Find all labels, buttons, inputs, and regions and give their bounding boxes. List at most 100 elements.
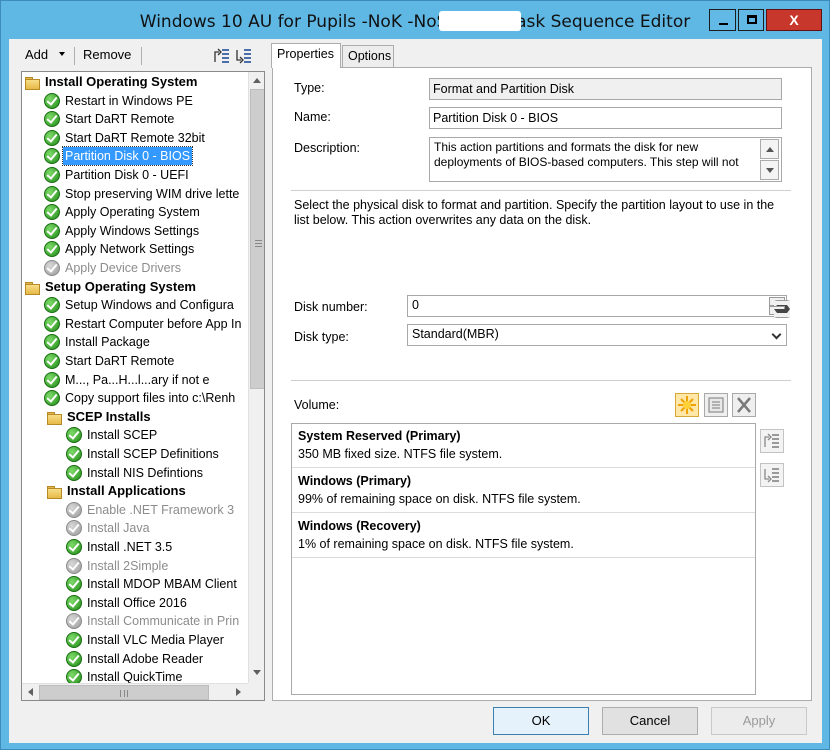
volume-name: Windows (Primary) bbox=[298, 474, 412, 488]
check-icon bbox=[66, 594, 82, 611]
tree-item-label: Setup Operating System bbox=[45, 278, 196, 294]
disabled-check-icon bbox=[66, 501, 82, 518]
redaction bbox=[439, 11, 521, 31]
check-icon bbox=[44, 371, 60, 388]
description-field[interactable]: This action partitions and formats the d… bbox=[429, 137, 782, 182]
disabled-check-icon bbox=[44, 260, 60, 276]
disk-type-value: Standard(MBR) bbox=[412, 327, 499, 341]
volume-list[interactable]: System Reserved (Primary) 350 MB fixed s… bbox=[291, 423, 756, 695]
folder-icon bbox=[46, 409, 62, 425]
scroll-up-button[interactable] bbox=[760, 139, 779, 159]
minimize-icon bbox=[719, 23, 728, 25]
scroll-right-arrow-icon[interactable] bbox=[236, 688, 241, 696]
scroll-down-button[interactable] bbox=[760, 160, 779, 180]
new-volume-button[interactable] bbox=[675, 393, 699, 417]
tree-item-label: Stop preserving WIM drive lette bbox=[65, 186, 240, 201]
task-sequence-tree[interactable]: Install Operating System Restart in Windo… bbox=[21, 71, 265, 701]
tree-item-label: Install Package bbox=[65, 335, 150, 350]
check-icon bbox=[44, 241, 60, 258]
cancel-button[interactable]: Cancel bbox=[602, 707, 698, 735]
volume-properties-button[interactable] bbox=[704, 393, 728, 417]
remove-button[interactable]: Remove bbox=[83, 47, 131, 62]
disabled-check-icon bbox=[66, 520, 82, 537]
tree-item-label: Install Applications bbox=[67, 483, 186, 499]
maximize-icon bbox=[747, 15, 757, 24]
description-label: Description: bbox=[294, 141, 360, 155]
move-volume-up-button[interactable] bbox=[760, 429, 784, 453]
disk-number-value: 0 bbox=[412, 298, 419, 312]
tree-item-label: Install 2Simple bbox=[87, 558, 169, 573]
tree-item-label: Install Java bbox=[87, 521, 150, 536]
move-down-icon[interactable] bbox=[235, 47, 253, 65]
tree-item-label: Install MDOP MBAM Client bbox=[87, 577, 237, 592]
description-text: This action partitions and formats the d… bbox=[434, 140, 739, 169]
ok-button[interactable]: OK bbox=[493, 707, 589, 735]
scroll-down-arrow-icon[interactable] bbox=[253, 670, 261, 675]
volume-item[interactable]: System Reserved (Primary) 350 MB fixed s… bbox=[292, 424, 755, 468]
dialog-client: Add Remove Install Operating System Resta… bbox=[9, 39, 822, 743]
chevron-down-icon bbox=[766, 168, 774, 173]
move-up-icon[interactable] bbox=[213, 47, 231, 65]
scroll-up-arrow-icon[interactable] bbox=[253, 78, 261, 83]
stepper-up-button[interactable] bbox=[769, 297, 790, 309]
window-title: Windows 10 AU for Pupils -NoK -NoS-RE 11… bbox=[139, 12, 691, 32]
stepper-buttons[interactable] bbox=[769, 297, 790, 318]
window-frame: Windows 10 AU for Pupils -NoK -NoS-RE 11… bbox=[0, 0, 830, 750]
check-icon bbox=[66, 576, 82, 593]
tree-item-label: M..., Pa...H...l...ary if not e bbox=[65, 372, 210, 387]
folder-icon bbox=[46, 483, 62, 500]
check-icon bbox=[66, 539, 82, 555]
redaction bbox=[339, 394, 487, 410]
horizontal-scrollbar[interactable] bbox=[22, 683, 248, 700]
tab-options[interactable]: Options bbox=[342, 45, 394, 67]
tree-item-label: Enable .NET Framework 3 bbox=[87, 502, 235, 517]
move-volume-down-button[interactable] bbox=[760, 463, 784, 487]
horizontal-scroll-thumb[interactable] bbox=[39, 685, 209, 700]
add-menu-button[interactable]: Add bbox=[25, 47, 48, 62]
tree-item-label: Install Operating System bbox=[45, 74, 198, 89]
tree-item-label: Apply Device Drivers bbox=[65, 261, 182, 275]
vertical-scrollbar[interactable] bbox=[248, 72, 264, 683]
disk-number-label: Disk number: bbox=[294, 300, 368, 314]
check-icon bbox=[44, 315, 60, 332]
apply-button[interactable]: Apply bbox=[711, 707, 807, 735]
title-bar[interactable]: Windows 10 AU for Pupils -NoK -NoS-RE 11… bbox=[1, 1, 829, 39]
disabled-check-icon bbox=[66, 613, 82, 630]
volume-item[interactable]: Windows (Recovery) 1% of remaining space… bbox=[292, 514, 755, 558]
tree-item-label: Setup Windows and Configura bbox=[65, 298, 234, 313]
description-scrollbar[interactable] bbox=[760, 138, 781, 181]
check-icon bbox=[44, 222, 60, 239]
stepper-down-button[interactable] bbox=[769, 306, 790, 318]
tree-item-label: Apply Operating System bbox=[65, 205, 200, 220]
tree-item-label: Install SCEP bbox=[87, 428, 158, 443]
check-icon bbox=[66, 650, 82, 667]
check-icon bbox=[44, 129, 60, 146]
volume-description: 1% of remaining space on disk. NTFS file… bbox=[298, 537, 574, 551]
tab-properties[interactable]: Properties bbox=[271, 43, 341, 68]
vertical-scroll-thumb[interactable] bbox=[250, 89, 264, 389]
tree-item-label: Apply Windows Settings bbox=[65, 223, 200, 238]
minimize-button[interactable] bbox=[709, 9, 736, 31]
disk-type-select[interactable]: Standard(MBR) bbox=[407, 324, 787, 346]
tree-item-label: Copy support files into c:\Renh bbox=[65, 391, 236, 406]
check-icon bbox=[44, 334, 60, 351]
delete-volume-button[interactable] bbox=[732, 393, 756, 417]
sequence-toolbar: Add Remove bbox=[9, 45, 259, 67]
toolbar-divider bbox=[141, 47, 142, 65]
tree-item-label: Install Adobe Reader bbox=[87, 651, 204, 666]
scroll-left-arrow-icon[interactable] bbox=[28, 688, 33, 696]
maximize-button[interactable] bbox=[738, 9, 764, 31]
check-icon bbox=[44, 185, 60, 202]
check-icon bbox=[44, 390, 60, 407]
properties-icon bbox=[708, 397, 724, 413]
volume-description: 99% of remaining space on disk. NTFS fil… bbox=[298, 492, 581, 506]
volume-name: Windows (Recovery) bbox=[298, 519, 421, 533]
volume-item[interactable]: Windows (Primary) 99% of remaining space… bbox=[292, 469, 755, 513]
tree-item-label: Install NIS Defintions bbox=[87, 465, 204, 480]
name-field[interactable]: Partition Disk 0 - BIOS bbox=[429, 107, 782, 129]
check-icon bbox=[44, 204, 60, 221]
scroll-corner bbox=[248, 683, 264, 700]
disk-number-stepper[interactable]: 0 bbox=[407, 295, 790, 318]
close-button[interactable]: X bbox=[766, 9, 822, 31]
tree-item-label: Start DaRT Remote bbox=[65, 354, 175, 368]
